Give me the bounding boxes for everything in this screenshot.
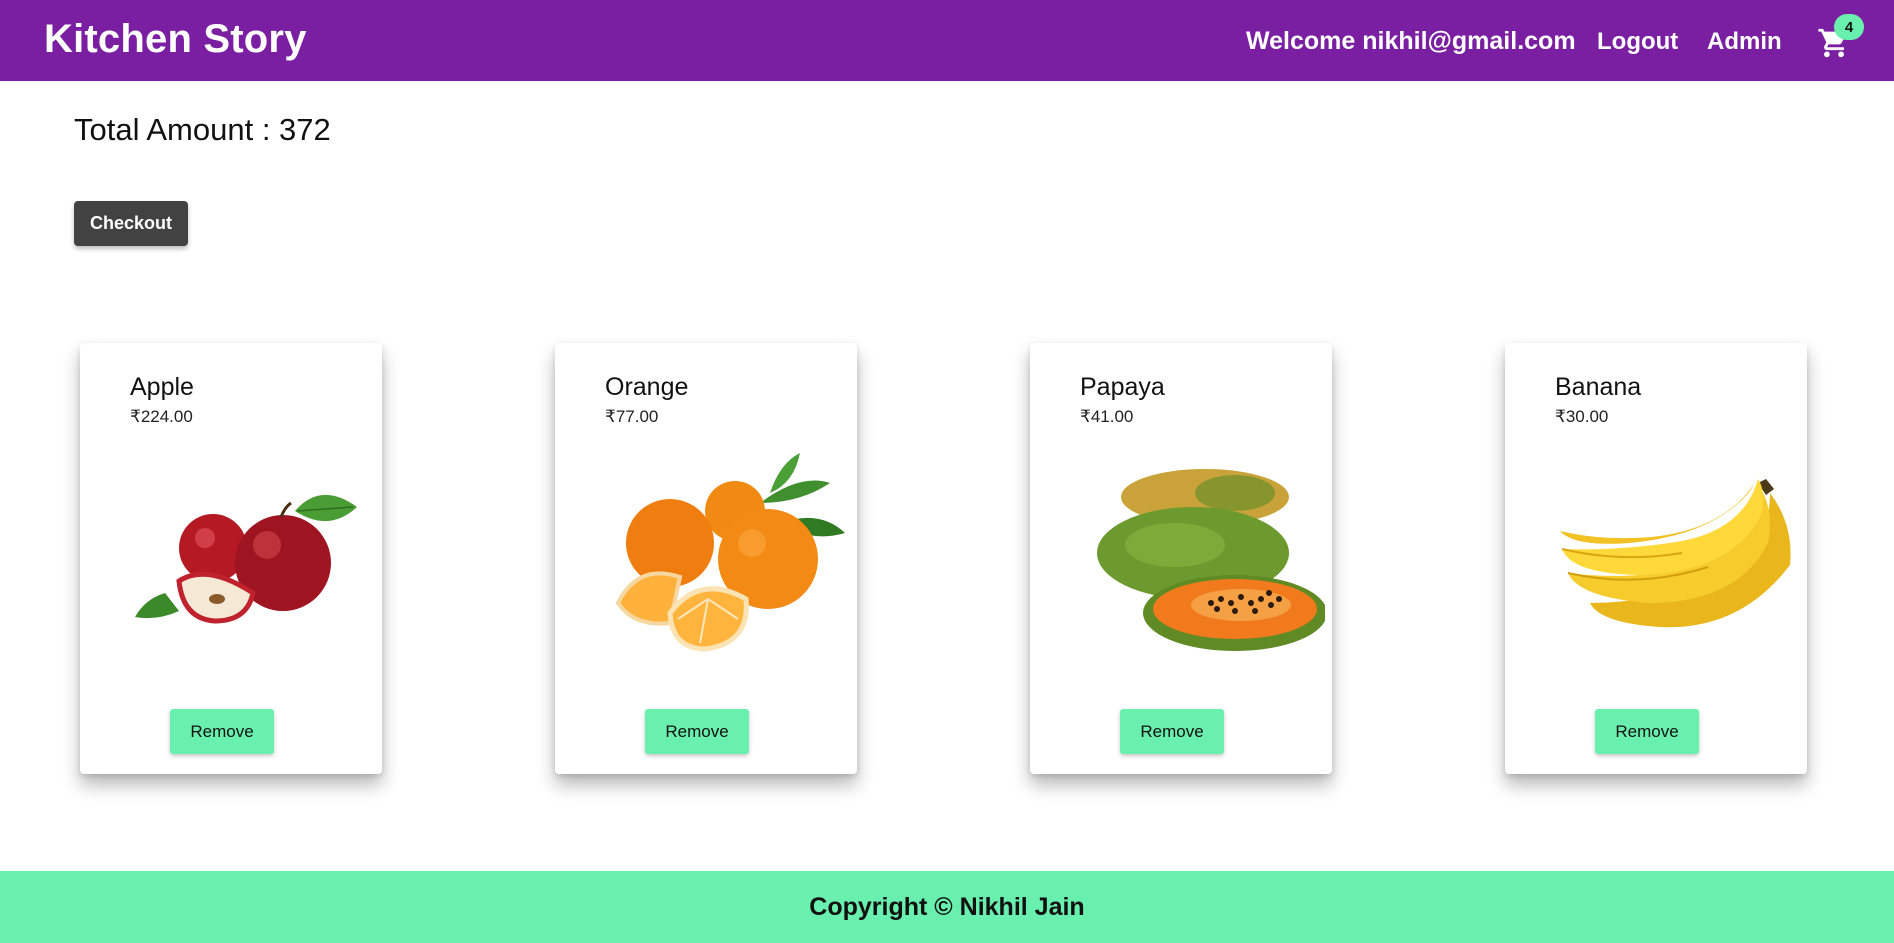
remove-button[interactable]: Remove (1595, 709, 1699, 754)
product-name: Banana (1555, 373, 1642, 401)
cart-item-card-banana: Banana ₹30.00 Remove (1505, 343, 1807, 774)
product-name: Papaya (1080, 373, 1165, 401)
cart-count-badge: 4 (1834, 14, 1864, 40)
remove-button[interactable]: Remove (645, 709, 749, 754)
product-price: ₹77.00 (605, 407, 659, 426)
papaya-image (1097, 469, 1325, 651)
footer: Copyright © Nikhil Jain (0, 871, 1894, 943)
product-price: ₹224.00 (130, 407, 193, 426)
banana-image (1560, 479, 1791, 628)
product-price: ₹41.00 (1080, 407, 1134, 426)
brand-title[interactable]: Kitchen Story (44, 17, 307, 62)
cart-item-card-orange: Orange ₹77.00 Remove (555, 343, 857, 774)
total-amount: Total Amount : 372 (74, 112, 331, 147)
product-name: Apple (130, 373, 194, 401)
welcome-message: Welcome nikhil@gmail.com (1246, 27, 1576, 55)
copyright-text: Copyright © Nikhil Jain (809, 892, 1085, 921)
admin-link[interactable]: Admin (1707, 28, 1782, 56)
remove-button[interactable]: Remove (170, 709, 274, 754)
checkout-button[interactable]: Checkout (74, 201, 188, 246)
cart-item-card-apple: Apple ₹224.00 Remove (80, 343, 382, 774)
cart-item-card-papaya: Papaya ₹41.00 Remove (1030, 343, 1332, 774)
apple-image (135, 494, 357, 624)
top-navbar: Kitchen Story Welcome nikhil@gmail.com L… (0, 0, 1894, 81)
logout-link[interactable]: Logout (1597, 28, 1678, 56)
product-price: ₹30.00 (1555, 407, 1609, 426)
orange-image (615, 453, 845, 652)
product-name: Orange (605, 373, 689, 401)
remove-button[interactable]: Remove (1120, 709, 1224, 754)
